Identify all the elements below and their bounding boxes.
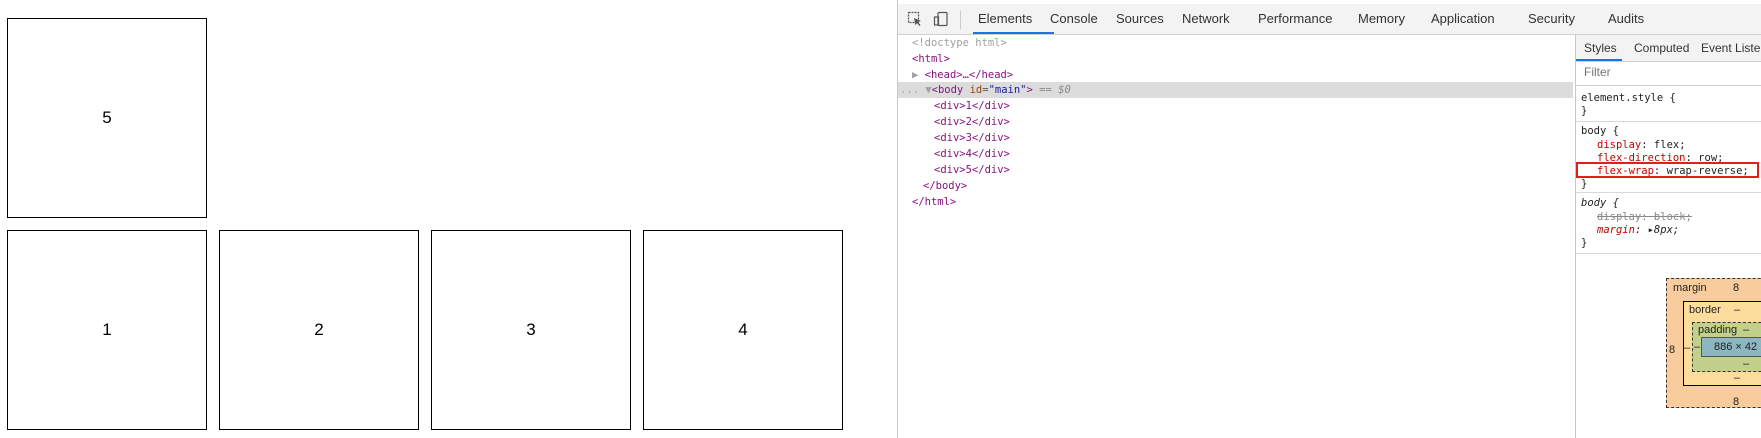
ua-decl-display-overridden[interactable]: display: block;	[1597, 211, 1692, 224]
tab-security[interactable]: Security	[1528, 4, 1575, 34]
rule-divider	[1576, 253, 1761, 254]
ua-decl-margin[interactable]: margin: ▸8px;	[1597, 224, 1679, 237]
dom-tree: <!doctype html> <html> ▶ <head>…</head> …	[898, 35, 1573, 438]
tab-network[interactable]: Network	[1182, 4, 1230, 34]
devtools-toolbar: Elements Console Sources Network Perform…	[898, 4, 1761, 35]
div-node-3[interactable]: <div>3</div>	[934, 130, 1010, 146]
border-top-value[interactable]: –	[1734, 304, 1740, 316]
body-close-bracket: >	[1026, 84, 1033, 96]
styles-pane: Styles Computed Event Listeners Filter e…	[1575, 35, 1761, 438]
inspect-element-icon[interactable]	[907, 11, 923, 27]
box-label: 3	[526, 320, 536, 339]
body-attr-name: id	[969, 84, 983, 96]
rule-divider	[1576, 121, 1761, 122]
border-bottom-value[interactable]: –	[1734, 372, 1740, 384]
css-value: block;	[1653, 211, 1692, 223]
box-label: 1	[102, 320, 112, 339]
padding-bottom-value[interactable]: –	[1743, 358, 1749, 370]
element-style-close: }	[1581, 105, 1588, 117]
margin-bottom-value[interactable]: 8	[1733, 396, 1739, 408]
flex-item-5: 5	[7, 18, 207, 218]
active-tab-indicator	[973, 32, 1054, 34]
css-colon: :	[1634, 224, 1648, 236]
element-style-selector[interactable]: element.style {	[1581, 92, 1676, 105]
tab-elements[interactable]: Elements	[978, 4, 1032, 34]
flex-item-3: 3	[431, 230, 631, 430]
box-model-padding[interactable]: padding – – – 886 × 42	[1692, 322, 1761, 372]
body-node[interactable]: ... ▼<body id="main"> == $0	[900, 82, 1071, 98]
box-model-content[interactable]: 886 × 42	[1701, 337, 1761, 357]
node-actions-ellipsis[interactable]: ...	[900, 84, 919, 96]
margin-left-value[interactable]: 8	[1669, 344, 1675, 356]
page-viewport: 5 1 2 3 4	[0, 0, 897, 438]
margin-label: margin	[1673, 282, 1707, 294]
css-colon: :	[1641, 211, 1654, 223]
tab-application[interactable]: Application	[1431, 4, 1495, 34]
subtab-styles[interactable]: Styles	[1584, 35, 1617, 61]
padding-left-value[interactable]: –	[1694, 341, 1700, 353]
css-value: flex;	[1653, 139, 1686, 151]
flex-item-2: 2	[219, 230, 419, 430]
tab-audits[interactable]: Audits	[1608, 4, 1644, 34]
div-node-5[interactable]: <div>5</div>	[934, 162, 1010, 178]
subtab-computed[interactable]: Computed	[1634, 35, 1689, 61]
filter-divider	[1576, 85, 1761, 86]
html-node[interactable]: <html>	[912, 51, 950, 67]
ua-body-rule-selector[interactable]: body {	[1581, 197, 1619, 210]
tab-memory[interactable]: Memory	[1358, 4, 1405, 34]
subtab-event-listeners[interactable]: Event Listeners	[1701, 35, 1761, 61]
body-tag: body	[937, 84, 964, 96]
body-rule-selector[interactable]: body {	[1581, 125, 1619, 138]
highlight-annotation-box	[1576, 162, 1759, 178]
flex-item-1: 1	[7, 230, 207, 430]
tab-sources[interactable]: Sources	[1116, 4, 1164, 34]
body-rule-close: }	[1581, 178, 1588, 190]
tab-performance[interactable]: Performance	[1258, 4, 1332, 34]
css-prop: display	[1597, 211, 1642, 223]
selected-marker: == $0	[1039, 84, 1071, 96]
padding-label: padding	[1698, 324, 1738, 336]
css-decl-display[interactable]: display: flex;	[1597, 139, 1686, 152]
div-node-4[interactable]: <div>4</div>	[934, 146, 1010, 162]
styles-subtabs: Styles Computed Event Listeners	[1576, 35, 1761, 62]
body-attr-value: "main"	[988, 84, 1027, 96]
div-node-2[interactable]: <div>2</div>	[934, 114, 1010, 130]
box-label: 2	[314, 320, 324, 339]
head-tag: <head>…</head>	[924, 69, 1014, 81]
padding-top-value[interactable]: –	[1743, 324, 1749, 336]
box-label: 4	[738, 320, 748, 339]
body-close-node[interactable]: </body>	[923, 178, 967, 194]
active-subtab-indicator	[1576, 59, 1622, 61]
ua-rule-close: }	[1581, 237, 1588, 249]
box-model-margin[interactable]: margin 8 8 8 border – – – padding – – – …	[1666, 278, 1761, 408]
toolbar-separator	[960, 11, 961, 29]
rule-divider	[1576, 192, 1761, 193]
tab-console[interactable]: Console	[1050, 4, 1098, 34]
box-label: 5	[102, 108, 112, 127]
css-colon: :	[1641, 139, 1654, 151]
device-toolbar-icon[interactable]	[933, 11, 949, 27]
css-prop: margin	[1597, 224, 1635, 236]
devtools-panel: Elements Console Sources Network Perform…	[897, 0, 1761, 438]
box-model-border[interactable]: border – – – padding – – – 886 × 42	[1683, 301, 1761, 386]
styles-filter-input[interactable]: Filter	[1584, 65, 1611, 79]
html-close-node[interactable]: </html>	[912, 194, 956, 210]
border-label: border	[1689, 304, 1721, 316]
border-left-value[interactable]: –	[1684, 342, 1690, 354]
flex-item-4: 4	[643, 230, 843, 430]
doctype-node[interactable]: <!doctype html>	[912, 35, 1007, 51]
expand-arrow-icon[interactable]: ▶	[912, 69, 918, 81]
css-prop: display	[1597, 139, 1642, 151]
head-node[interactable]: ▶ <head>…</head>	[912, 67, 1013, 83]
margin-top-value[interactable]: 8	[1733, 282, 1739, 294]
div-node-1[interactable]: <div>1</div>	[934, 98, 1010, 114]
css-value: 8px;	[1653, 224, 1680, 236]
